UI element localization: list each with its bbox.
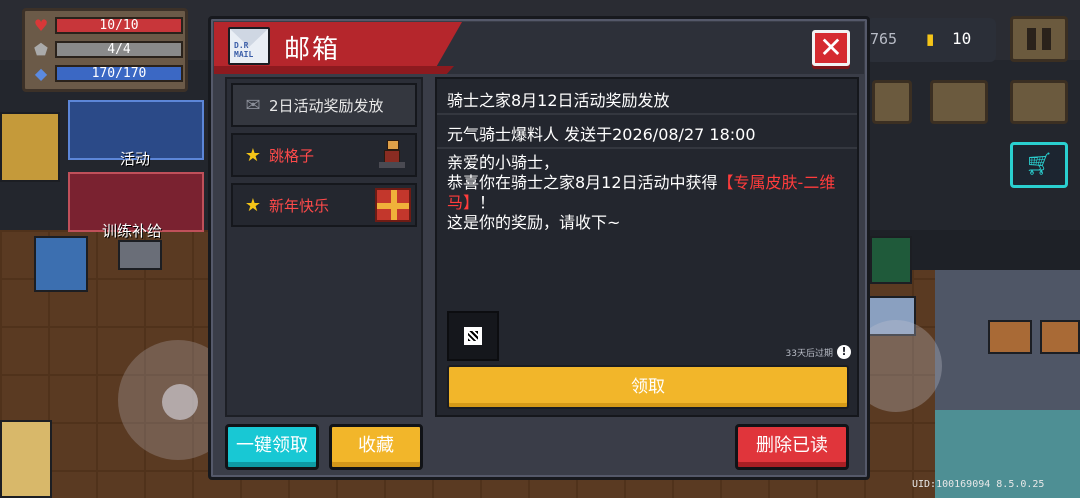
mail-body-closing: 这是你的奖励，请收下~ bbox=[447, 213, 621, 232]
energy-row: ◆ 170/170 bbox=[31, 63, 183, 83]
joystick-knob[interactable] bbox=[162, 384, 198, 420]
scene-framed-picture-2 bbox=[1040, 320, 1080, 354]
hp-value: 10/10 bbox=[99, 17, 139, 33]
one-click-claim-button[interactable]: 一键领取 bbox=[225, 424, 319, 470]
opened-mail-icon: ✉︎ bbox=[245, 94, 261, 116]
scene-character-2 bbox=[0, 420, 52, 498]
uid-version-text: UID:100169094 8.5.0.25 bbox=[912, 479, 1045, 490]
currency-value-partial: 765 bbox=[870, 30, 898, 48]
armor-bar: 4/4 bbox=[55, 40, 183, 58]
energy-value: 170/170 bbox=[91, 65, 147, 81]
divider bbox=[437, 147, 857, 149]
qr-code-icon bbox=[464, 327, 482, 345]
currency-bar: 765 ▮ 10 bbox=[866, 18, 996, 62]
pause-icon bbox=[1027, 28, 1036, 50]
training-supply-label: 训练补给 bbox=[102, 222, 163, 240]
scene-cabinet bbox=[870, 236, 912, 284]
activity-label: 活动 bbox=[120, 150, 151, 168]
shield-icon: ⬟ bbox=[34, 39, 48, 59]
mail-list-item[interactable]: ★ 新年快乐 bbox=[231, 183, 417, 227]
mail-item-label: 2日活动奖励发放 bbox=[269, 96, 384, 115]
mail-icon-text: D.R MAIL bbox=[234, 41, 254, 59]
knight-character-icon bbox=[375, 138, 411, 172]
hp-bar: 10/10 bbox=[55, 16, 183, 34]
title-ribbon-shade bbox=[214, 66, 454, 74]
mail-subject: 骑士之家8月12日活动奖励发放 bbox=[447, 91, 670, 110]
armor-row: ⬟ 4/4 bbox=[31, 39, 183, 59]
expiry-notice: 33天后过期 ! bbox=[786, 345, 851, 359]
dialog-title: 邮箱 bbox=[284, 35, 341, 65]
mailbox-dialog: D.R MAIL 邮箱 ✕ ✉︎ 2日活动奖励发放 ★ 跳格子 ★ 新年快乐 骑… bbox=[208, 16, 870, 480]
energy-crystal-icon: ◆ bbox=[34, 63, 48, 83]
close-x-icon: ✕ bbox=[819, 31, 843, 64]
armor-value: 4/4 bbox=[107, 41, 131, 57]
pause-icon-bar bbox=[1042, 28, 1051, 50]
cart-icon: 🛒︎ bbox=[1025, 152, 1053, 177]
gem-icon: ▮ bbox=[926, 30, 935, 48]
scene-table bbox=[118, 240, 162, 270]
mail-body: 亲爱的小骑士， 恭喜你在骑士之家8月12日活动中获得【专属皮肤-二维马】！ 这是… bbox=[447, 153, 852, 233]
divider bbox=[437, 113, 857, 115]
delete-read-button[interactable]: 删除已读 bbox=[735, 424, 849, 470]
mail-detail: 骑士之家8月12日活动奖励发放 元气骑士爆料人 发送于2026/08/27 18… bbox=[435, 77, 859, 417]
heart-icon: ♥ bbox=[33, 15, 49, 35]
profile-button[interactable] bbox=[1010, 80, 1068, 124]
mailbox-header: D.R MAIL 邮箱 ✕ bbox=[214, 22, 864, 74]
gem-count: 10 bbox=[952, 29, 972, 48]
expiry-text: 33天后过期 bbox=[785, 348, 833, 359]
favorite-button[interactable]: 收藏 bbox=[329, 424, 423, 470]
emote-button[interactable] bbox=[872, 80, 912, 124]
exit-button[interactable] bbox=[930, 80, 988, 124]
close-button[interactable]: ✕ bbox=[812, 30, 850, 66]
mail-item-label: 跳格子 bbox=[269, 146, 315, 165]
energy-bar: 170/170 bbox=[55, 64, 183, 82]
gift-box-icon bbox=[375, 188, 411, 222]
mail-list: ✉︎ 2日活动奖励发放 ★ 跳格子 ★ 新年快乐 bbox=[225, 77, 423, 417]
mail-list-item[interactable]: ★ 跳格子 bbox=[231, 133, 417, 177]
player-stats-panel: ♥ 10/10 ⬟ 4/4 ◆ 170/170 bbox=[22, 8, 188, 92]
mail-list-item[interactable]: ✉︎ 2日活动奖励发放 bbox=[231, 83, 417, 127]
shop-cart-button[interactable]: 🛒︎ bbox=[1010, 142, 1068, 188]
scene-arcade-machine bbox=[34, 236, 88, 292]
mail-body-text: 恭喜你在骑士之家8月12日活动中获得 bbox=[447, 173, 718, 192]
scene-framed-picture bbox=[988, 320, 1032, 354]
hp-row: ♥ 10/10 bbox=[31, 15, 183, 35]
attachment-slot[interactable] bbox=[447, 311, 499, 361]
mail-item-label: 新年快乐 bbox=[269, 196, 330, 215]
mail-body-greeting: 亲爱的小骑士， bbox=[447, 153, 560, 172]
mail-body-line: 恭喜你在骑士之家8月12日活动中获得【专属皮肤-二维马】！ bbox=[447, 173, 852, 213]
star-icon: ★ bbox=[244, 194, 262, 216]
scene-character bbox=[0, 112, 60, 182]
pause-button[interactable] bbox=[1010, 16, 1068, 62]
claim-button[interactable]: 领取 bbox=[447, 365, 849, 409]
info-icon: ! bbox=[837, 345, 851, 359]
mail-sender-date: 元气骑士爆料人 发送于2026/08/27 18:00 bbox=[447, 125, 756, 144]
mail-body-punct: ！ bbox=[479, 193, 496, 212]
star-icon: ★ bbox=[244, 144, 262, 166]
mail-envelope-icon: D.R MAIL bbox=[228, 27, 270, 65]
